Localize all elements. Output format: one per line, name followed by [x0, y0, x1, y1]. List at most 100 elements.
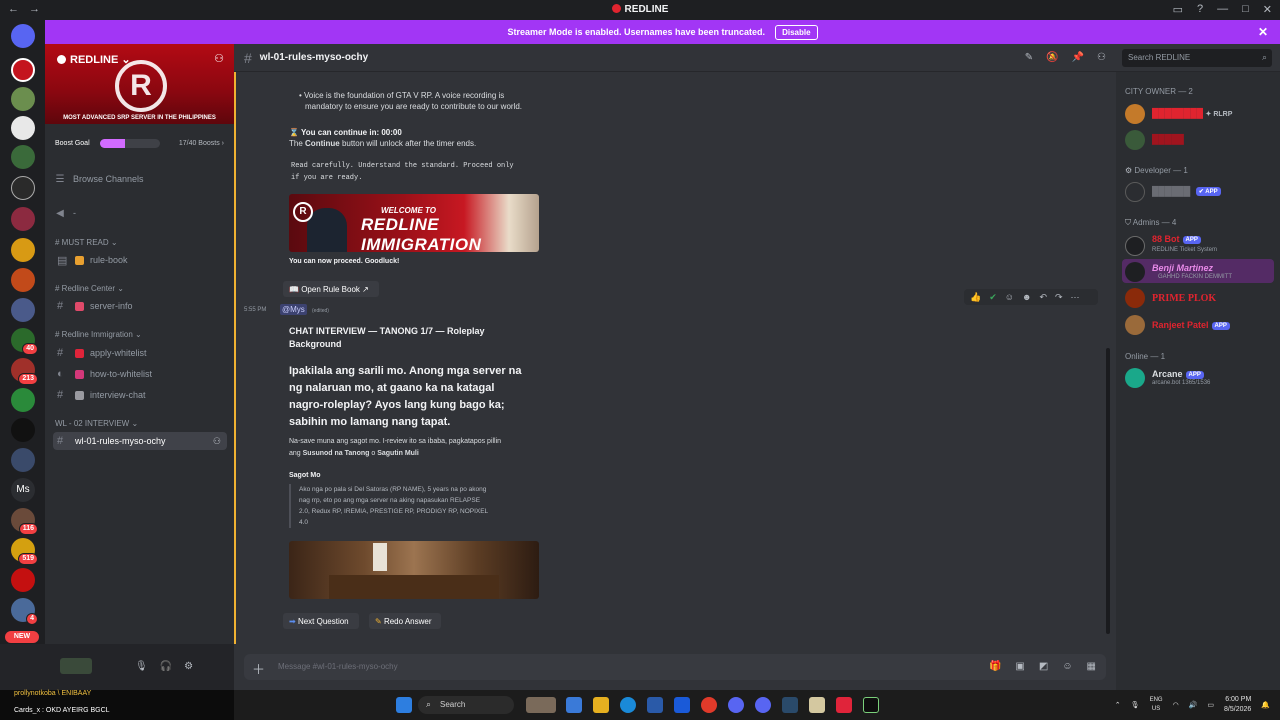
- channel-interview-chat[interactable]: # interview-chat: [53, 386, 227, 404]
- server-icon[interactable]: [11, 207, 35, 231]
- server-icon[interactable]: [11, 298, 35, 322]
- server-icon[interactable]: 519: [11, 538, 38, 565]
- category-redline-center[interactable]: # Redline Center ⌄: [55, 284, 124, 293]
- server-icon[interactable]: 40: [11, 328, 38, 355]
- taskbar-clock[interactable]: 6:00 PM 8/5/2026: [1224, 695, 1251, 715]
- minimize-icon[interactable]: —: [1217, 3, 1228, 16]
- discord-icon[interactable]: [728, 697, 744, 713]
- notepad-icon[interactable]: [809, 697, 825, 713]
- member-ranjeet[interactable]: Ranjeet Patel APP: [1152, 320, 1230, 330]
- reaction-icon[interactable]: ☺: [1005, 292, 1014, 302]
- member-avatar[interactable]: [1125, 104, 1145, 124]
- search-input[interactable]: Search REDLINE ⌕: [1122, 49, 1272, 67]
- member-avatar[interactable]: [1125, 262, 1145, 282]
- member-avatar[interactable]: [1125, 368, 1145, 388]
- gift-icon[interactable]: 🎁: [989, 661, 1001, 672]
- disable-streamer-button[interactable]: Disable: [775, 24, 818, 40]
- server-icon[interactable]: [11, 268, 35, 292]
- check-icon[interactable]: ✔: [989, 292, 997, 303]
- chat-scrollbar[interactable]: [1106, 348, 1110, 634]
- redo-answer-button[interactable]: ✎ Redo Answer: [369, 613, 441, 629]
- close-icon[interactable]: ✕: [1258, 25, 1268, 39]
- forward-icon[interactable]: ↷: [1055, 292, 1063, 303]
- notification-icon[interactable]: 🔔: [1261, 701, 1270, 709]
- edge-icon[interactable]: [620, 697, 636, 713]
- emoji-icon[interactable]: ☺: [1062, 661, 1072, 672]
- settings-gear-icon[interactable]: ⚙: [184, 661, 193, 672]
- file-explorer-icon[interactable]: [593, 697, 609, 713]
- server-icon[interactable]: [11, 568, 35, 592]
- browse-channels[interactable]: ☰ Browse Channels: [53, 170, 227, 188]
- server-icon[interactable]: 4: [11, 598, 38, 625]
- discord-icon[interactable]: [755, 697, 771, 713]
- server-icon[interactable]: [11, 116, 35, 140]
- chevron-up-icon[interactable]: ⌃: [1115, 701, 1121, 709]
- terminal-icon[interactable]: [863, 697, 879, 713]
- server-icon[interactable]: [11, 145, 35, 169]
- member-avatar[interactable]: [1125, 130, 1145, 150]
- mute-bell-icon[interactable]: 🔕: [1046, 52, 1058, 63]
- app-icon[interactable]: [647, 697, 663, 713]
- category-interview[interactable]: WL - 02 INTERVIEW ⌄: [55, 419, 138, 428]
- wifi-icon[interactable]: ◠: [1173, 701, 1179, 709]
- category-redline-immigration[interactable]: # Redline Immigration ⌄: [55, 330, 142, 339]
- music-icon[interactable]: [836, 697, 852, 713]
- member-avatar[interactable]: [1125, 315, 1145, 335]
- member-developer[interactable]: ██████ ✔ APP: [1152, 186, 1221, 196]
- apps-icon[interactable]: ▦: [1087, 661, 1096, 672]
- headphones-icon[interactable]: 🎧: [160, 661, 172, 672]
- next-question-button[interactable]: ➡ Next Question: [283, 613, 359, 629]
- add-member-icon[interactable]: ⚇: [213, 436, 221, 447]
- add-attachment-icon[interactable]: ＋: [252, 659, 265, 678]
- message-input[interactable]: ＋ Message #wl-01-rules-myso-ochy 🎁 ▣ ◩ ☺…: [244, 654, 1106, 680]
- member-list-icon[interactable]: ⚇: [1097, 52, 1106, 63]
- threads-icon[interactable]: ✎: [1025, 52, 1033, 63]
- member-avatar[interactable]: [1125, 182, 1145, 202]
- chrome-icon[interactable]: [701, 697, 717, 713]
- server-name[interactable]: REDLINE ⌄: [57, 53, 131, 66]
- microphone-icon[interactable]: 🎙: [1131, 701, 1140, 709]
- server-banner[interactable]: REDLINE ⌄ ⚇ R MOST ADVANCED SRP SERVER I…: [45, 44, 234, 124]
- add-reaction-icon[interactable]: ☻: [1022, 292, 1031, 302]
- category-must-read[interactable]: # MUST READ ⌄: [55, 238, 118, 247]
- maximize-icon[interactable]: □: [1242, 3, 1249, 16]
- inbox-icon[interactable]: ▭: [1173, 3, 1183, 16]
- channel-wl-01-rules[interactable]: # wl-01-rules-myso-ochy ⚇: [53, 432, 227, 450]
- server-icon-redline[interactable]: [11, 58, 35, 82]
- steam-icon[interactable]: [782, 697, 798, 713]
- member-arcane[interactable]: Arcane APP: [1152, 369, 1204, 379]
- member-88-bot[interactable]: 88 Bot APP: [1152, 234, 1201, 244]
- server-icon[interactable]: 116: [11, 508, 38, 535]
- windows-start-icon[interactable]: [396, 697, 412, 713]
- voice-status-row[interactable]: ◀ -: [53, 204, 227, 222]
- taskbar-search[interactable]: ⌕ Search: [418, 696, 514, 714]
- server-icon[interactable]: [11, 418, 35, 442]
- server-icon[interactable]: [11, 238, 35, 262]
- gif-icon[interactable]: ▣: [1015, 661, 1024, 672]
- office-interview-image[interactable]: [289, 541, 539, 599]
- member-avatar[interactable]: [1125, 236, 1145, 256]
- server-icon[interactable]: [11, 388, 35, 412]
- close-window-icon[interactable]: ✕: [1263, 3, 1272, 16]
- member-benji[interactable]: Benji Martinez: [1152, 263, 1213, 273]
- server-icon-ms[interactable]: Ms: [11, 478, 35, 502]
- microphone-icon[interactable]: 🎙: [135, 661, 148, 672]
- sticker-icon[interactable]: ◩: [1039, 661, 1048, 672]
- invite-people-icon[interactable]: ⚇: [214, 52, 224, 65]
- help-icon[interactable]: ?: [1197, 3, 1203, 16]
- server-icon[interactable]: [11, 176, 35, 200]
- channel-apply-whitelist[interactable]: # apply-whitelist: [53, 344, 227, 362]
- channel-server-info[interactable]: # server-info: [53, 297, 227, 315]
- channel-rule-book[interactable]: ▤ rule-book: [53, 251, 227, 269]
- app-icon[interactable]: [566, 697, 582, 713]
- battery-icon[interactable]: ▭: [1207, 701, 1214, 709]
- member-avatar[interactable]: [1125, 288, 1145, 308]
- more-icon[interactable]: ⋯: [1071, 292, 1080, 303]
- server-icon[interactable]: [11, 87, 35, 111]
- widget-icon[interactable]: [526, 697, 556, 713]
- reply-icon[interactable]: ↶: [1039, 292, 1047, 303]
- boost-goal[interactable]: Boost Goal 17/40 Boosts ›: [45, 132, 234, 154]
- immigration-banner-image[interactable]: R WELCOME TO REDLINE IMMIGRATION: [289, 194, 539, 252]
- volume-icon[interactable]: 🔊: [1189, 701, 1198, 709]
- user-avatar[interactable]: [60, 658, 92, 674]
